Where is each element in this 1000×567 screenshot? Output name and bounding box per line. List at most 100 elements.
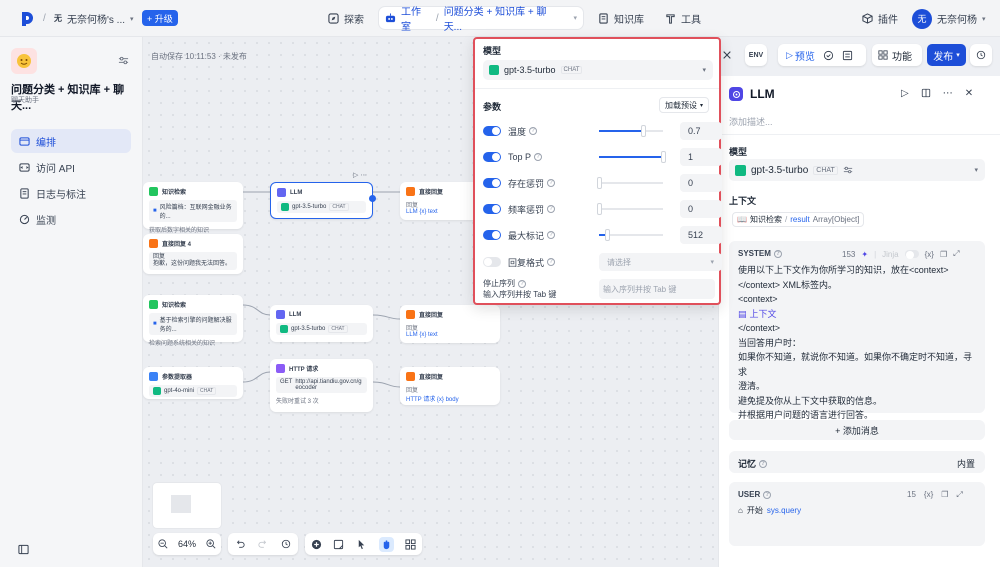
param-toggle[interactable] (483, 126, 501, 136)
user-prompt-editor[interactable]: ⌂ 开始 sys.query (738, 505, 801, 516)
model-selector[interactable]: gpt-3.5-turbo CHAT ▾ (729, 159, 985, 181)
hand-icon[interactable] (378, 536, 394, 552)
nav-explore[interactable]: 探索 (328, 0, 364, 37)
param-toggle[interactable] (483, 178, 501, 188)
expand-icon[interactable]: ⤢ (953, 249, 959, 259)
param-value-input[interactable]: 0 (680, 200, 722, 218)
expand-icon[interactable]: ⤢ (956, 490, 962, 500)
user-menu[interactable]: 无 无奈何杨 ▾ (912, 0, 986, 37)
book-icon[interactable] (921, 88, 931, 99)
slider-knob[interactable] (604, 229, 610, 241)
param-toggle[interactable] (483, 230, 501, 240)
nav-tools[interactable]: 工具 (665, 0, 701, 37)
collapse-sidebar-icon[interactable] (18, 544, 29, 555)
node-direct-reply-3[interactable]: 直接回复 回复 HTTP 请求 {x} body (400, 367, 500, 405)
popup-model-selector[interactable]: gpt-3.5-turbo CHAT ▾ (483, 60, 713, 80)
description-input[interactable]: 添加描述... (729, 115, 773, 128)
version-history-button[interactable] (970, 44, 992, 66)
run-step-icon[interactable]: ▷ (901, 88, 909, 99)
help-icon[interactable]: ? (759, 459, 768, 468)
close-icon[interactable]: ✕ (965, 88, 973, 99)
variable-icon[interactable]: {x} (925, 250, 934, 259)
system-prompt-editor[interactable]: 使用以下上下文作为你所学习的知识，放在<context> </context> … (738, 263, 978, 423)
context-variable-chip[interactable]: 📖 知识检索 / result Array[Object] (732, 212, 865, 227)
stop-sequence-input[interactable]: 输入序列并按 Tab 键 (599, 279, 715, 299)
minimap[interactable] (153, 483, 221, 528)
param-slider[interactable] (599, 151, 666, 163)
help-icon[interactable]: ? (763, 490, 772, 499)
node-http-request[interactable]: HTTP 请求 GET http://api.tiandiu.gov.cn/geo… (270, 359, 373, 412)
list-icon[interactable] (842, 50, 853, 61)
workspace-switcher[interactable]: 无 无奈何杨's ... ▾ (54, 0, 134, 37)
param-toggle[interactable] (483, 204, 501, 214)
undo-icon[interactable] (235, 539, 245, 549)
memory-row[interactable]: 记忆? 内置 (729, 451, 985, 473)
slider-knob[interactable] (660, 151, 666, 163)
nav-plugins[interactable]: 插件 (862, 0, 898, 37)
sliders-icon[interactable] (843, 165, 853, 175)
sidebar-item-logs[interactable]: 日志与标注 (11, 181, 131, 205)
sidebar-settings-icon[interactable] (118, 55, 129, 66)
nav-knowledge[interactable]: 知识库 (598, 0, 644, 37)
help-icon[interactable]: ? (529, 127, 538, 135)
sidebar-item-api[interactable]: 访问 API (11, 155, 131, 179)
help-icon[interactable]: ? (534, 153, 543, 161)
zoom-out-icon[interactable] (158, 539, 168, 549)
slider-knob[interactable] (596, 177, 602, 189)
close-panel-icon[interactable] (722, 44, 740, 66)
slider-knob[interactable] (596, 203, 602, 215)
response-format-toggle[interactable] (483, 257, 501, 267)
add-node-icon[interactable] (311, 539, 322, 550)
sidebar-item-orchestrate[interactable]: 编排 (11, 129, 131, 153)
param-slider[interactable] (596, 177, 663, 189)
help-icon[interactable]: ? (547, 258, 556, 266)
redo-icon[interactable] (258, 539, 268, 549)
history-icon[interactable] (281, 539, 291, 549)
publish-button[interactable]: 发布 ▾ (927, 44, 966, 66)
env-variables-button[interactable]: ENV (745, 44, 767, 66)
help-icon[interactable]: ? (547, 231, 556, 239)
node-run-more-icon[interactable]: ▷ ⋯ (353, 171, 367, 179)
node-parameter-extractor[interactable]: 参数提取器 gpt-4o-mini CHAT (143, 367, 243, 399)
param-slider[interactable] (599, 125, 663, 137)
param-slider[interactable] (596, 203, 663, 215)
load-preset-button[interactable]: 加载预设 ▾ (659, 97, 710, 113)
param-value-input[interactable]: 0 (680, 174, 722, 192)
organize-icon[interactable] (405, 538, 416, 550)
node-direct-reply-4[interactable]: 直接回复 4 回复 抱歉，这份问题我无法回答。 (143, 234, 243, 274)
node-knowledge-retrieval-2[interactable]: 知识检索 ■ 基于检索引擎的问题解决服务的... 检索问题系统相关的知识 (143, 295, 243, 347)
param-toggle[interactable] (483, 152, 501, 162)
app-logo[interactable] (20, 0, 34, 37)
features-button[interactable]: 功能 (872, 44, 922, 66)
copy-icon[interactable]: ❐ (940, 250, 947, 259)
zoom-in-icon[interactable] (206, 539, 216, 549)
param-value-input[interactable]: 1 (680, 148, 722, 166)
node-llm-1[interactable]: LLM gpt-3.5-turbo CHAT (270, 182, 376, 219)
pointer-icon[interactable] (356, 539, 367, 550)
copy-icon[interactable]: ❐ (941, 490, 948, 500)
param-value-input[interactable]: 0.7 (680, 122, 722, 140)
node-output-handle[interactable] (369, 195, 376, 202)
help-icon[interactable]: ? (518, 279, 526, 288)
preview-button[interactable]: 预览 (795, 48, 815, 63)
zoom-level[interactable]: 64% (178, 539, 196, 549)
jinja-toggle[interactable] (904, 250, 919, 259)
slider-knob[interactable] (641, 125, 647, 137)
context-block[interactable]: ▤ 上下文 (738, 307, 978, 322)
add-note-icon[interactable] (333, 539, 344, 550)
param-value-input[interactable]: 512 (680, 226, 722, 244)
param-slider[interactable] (599, 229, 663, 241)
sparkle-icon[interactable]: ✦ (861, 250, 868, 259)
checklist-icon[interactable] (823, 50, 834, 61)
add-message-button[interactable]: + 添加消息 (729, 420, 985, 440)
panel-title[interactable]: LLM (750, 87, 775, 101)
response-format-select[interactable]: 请选择 ▾ (599, 253, 722, 271)
upgrade-button[interactable]: + 升级 (142, 10, 178, 26)
help-icon[interactable]: ? (547, 205, 556, 213)
play-icon[interactable]: ▷ (786, 50, 793, 61)
nav-studio[interactable]: 工作室 / 问题分类 + 知识库 + 聊天... ▾ (379, 7, 583, 33)
node-direct-reply-2[interactable]: 直接回复 回复 LLM {x} text (400, 305, 500, 343)
help-icon[interactable]: ? (773, 249, 782, 258)
help-icon[interactable]: ? (547, 179, 556, 187)
node-llm-2[interactable]: LLM gpt-3.5-turbo CHAT (270, 305, 373, 342)
